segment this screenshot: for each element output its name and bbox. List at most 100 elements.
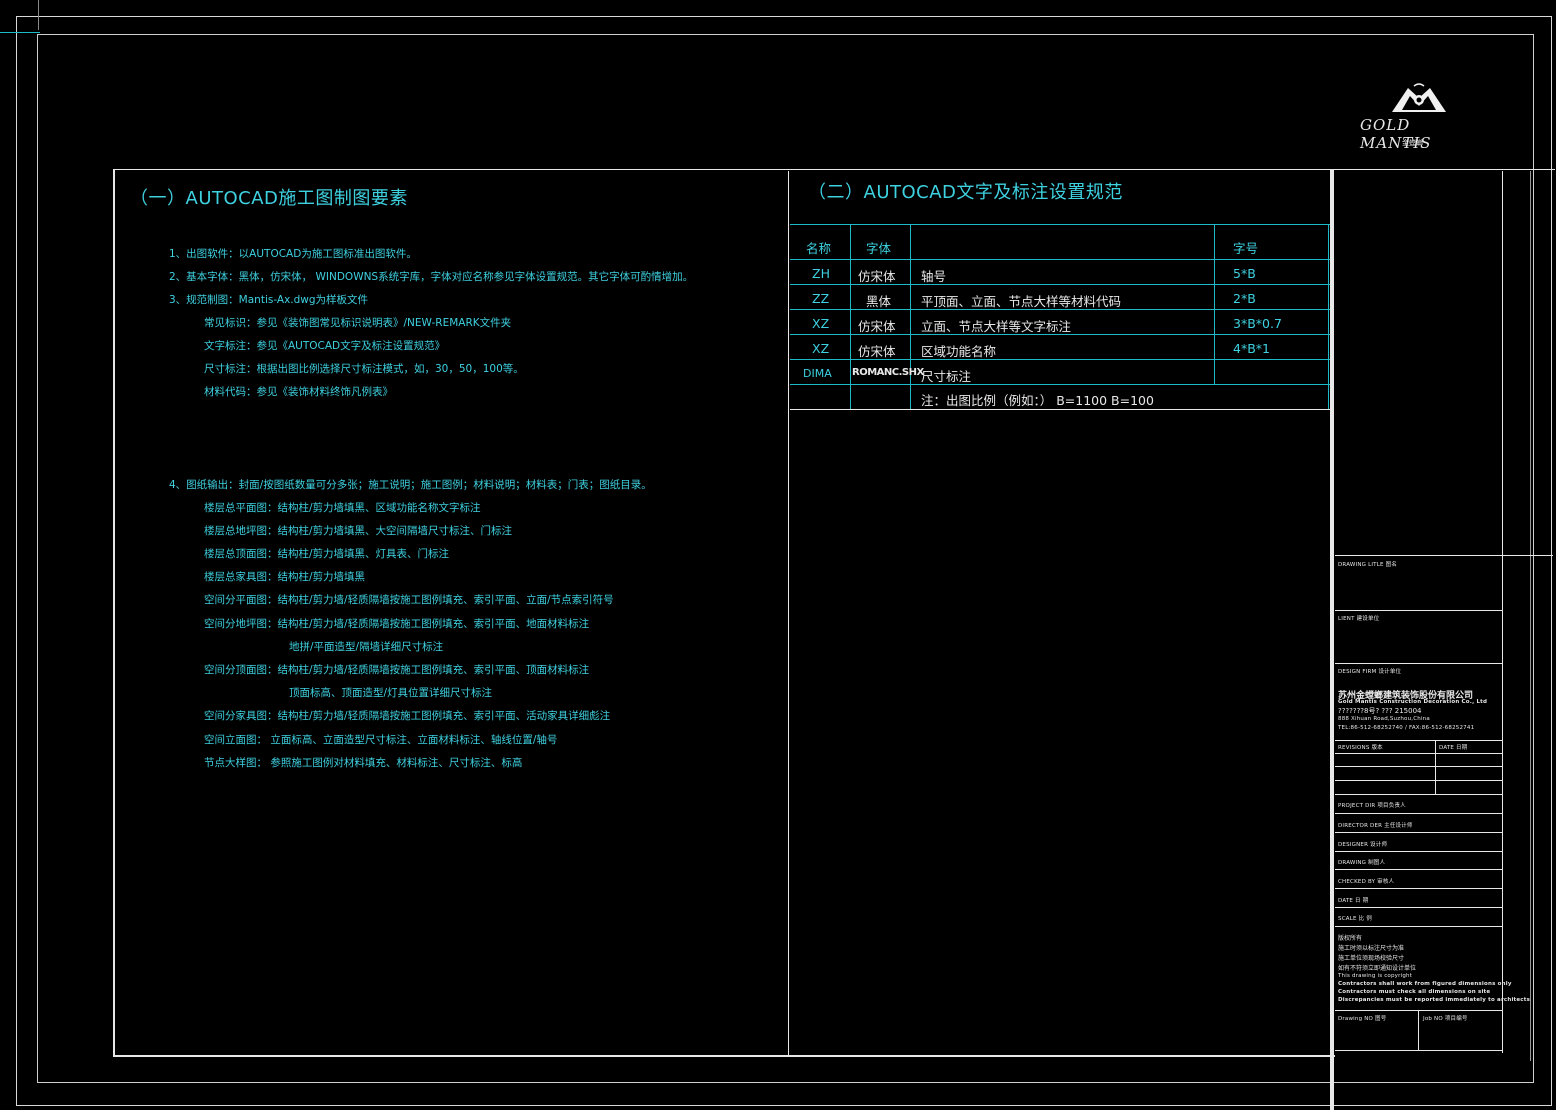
main-frame-divider <box>788 171 789 1056</box>
tb-revisions: REVISIONS 版本 <box>1338 745 1383 751</box>
tb-firm-tel: TEL:86-512-68252740 / FAX:86-512-6825274… <box>1338 725 1475 731</box>
tb-firm-name-en: Gold Mantis Construction Decoration Co.,… <box>1338 699 1488 705</box>
table-line <box>790 259 1330 260</box>
tb-col-line <box>1418 1010 1419 1050</box>
table-cell-name: XZ <box>812 341 830 356</box>
titleblock-outer-line <box>1530 171 1531 1061</box>
table-col-line <box>1328 224 1329 409</box>
tb-line <box>1335 813 1503 814</box>
list-item: 楼层总地坪图：结构柱/剪力墙填黑、大空间隔墙尺寸标注、门标注 <box>204 525 513 537</box>
tb-project-dir: PROJECT DIR 项目负责人 <box>1338 803 1406 809</box>
tb-line <box>1335 766 1503 767</box>
cursor-crosshair-h <box>0 32 40 33</box>
list-item: 2、基本字体：黑体，仿宋体， WINDOWNS系统字库，字体对应名称参见字体设置… <box>169 271 694 283</box>
table-header-font: 字体 <box>866 241 892 256</box>
table-cell-name: ZZ <box>812 291 830 306</box>
tb-line <box>1335 753 1503 754</box>
tb-line <box>1335 926 1503 927</box>
table-cell-name: DIMA <box>803 367 832 380</box>
table-cell-name: ZH <box>812 266 830 281</box>
table-header-size: 字号 <box>1233 241 1259 256</box>
list-item: 3、规范制图：Mantis-Ax.dwg为样板文件 <box>169 294 369 306</box>
table-cell-font: 黑体 <box>866 294 892 309</box>
table-col-line <box>850 224 851 409</box>
list-item: 空间分平面图：结构柱/剪力墙/轻质隔墙按施工图例填充、索引平面、立面/节点索引符… <box>204 594 614 606</box>
list-item: 文字标注：参见《AUTOCAD文字及标注设置规范》 <box>204 340 446 352</box>
list-item: 常见标识：参见《装饰图常见标识说明表》/NEW-REMARK文件夹 <box>204 317 512 329</box>
titleblock-right-line <box>1502 171 1503 1053</box>
list-item: 节点大样图： 参照施工图例对材料填充、材料标注、尺寸标注、标高 <box>204 757 523 769</box>
copyright-line: Contractors shall work from figured dime… <box>1338 981 1512 987</box>
tb-line <box>1335 740 1503 741</box>
tb-designer: DESIGNER 设计师 <box>1338 842 1388 848</box>
tb-scale: SCALE 比 例 <box>1338 916 1372 922</box>
tb-line <box>1335 869 1503 870</box>
table-cell-name: XZ <box>812 316 830 331</box>
tb-job-no: Job NO 项目编号 <box>1423 1016 1468 1022</box>
list-item: 材料代码：参见《装饰材料终饰凡例表》 <box>204 386 393 398</box>
list-item: 楼层总家具图：结构柱/剪力墙填黑 <box>204 571 366 583</box>
list-item: 楼层总平面图：结构柱/剪力墙填黑、区域功能名称文字标注 <box>204 502 481 514</box>
section2-title: （二）AUTOCAD文字及标注设置规范 <box>808 182 1123 203</box>
list-item: 空间立面图： 立面标高、立面造型尺寸标注、立面材料标注、轴线位置/轴号 <box>204 734 558 746</box>
tb-col-line <box>1435 740 1436 794</box>
tb-line <box>1335 1050 1503 1051</box>
list-item: 1、出图软件：以AUTOCAD为施工图标准出图软件。 <box>169 248 417 260</box>
list-item: 4、图纸输出：封面/按图纸数量可分多张；施工说明；施工图例；材料说明；材料表；门… <box>169 479 652 491</box>
copyright-line: Contractors must check all dimensions on… <box>1338 989 1491 995</box>
table-cell-desc: 区域功能名称 <box>921 344 997 359</box>
main-frame-bottom <box>113 1055 1335 1057</box>
main-frame-left <box>113 169 115 1056</box>
tb-line <box>1335 1010 1503 1011</box>
main-frame-top <box>113 169 1555 170</box>
table-cell-size: 2*B <box>1233 291 1256 306</box>
list-item: 地拼/平面造型/隔墙详细尺寸标注 <box>289 641 444 653</box>
table-cell-size: 3*B*0.7 <box>1233 316 1282 331</box>
copyright-line: 如有不符须立即通知设计单位 <box>1338 965 1417 972</box>
table-note: 注：出图比例（例如：） B=1100 B=100 <box>921 393 1154 408</box>
tb-line <box>1335 780 1503 781</box>
tb-line <box>1335 888 1503 889</box>
table-line <box>790 224 1330 225</box>
tb-line <box>1335 907 1503 908</box>
table-line <box>790 409 1330 410</box>
table-cell-font: 仿宋体 <box>858 319 896 334</box>
table-cell-font: ROMANC.SHX <box>852 367 924 378</box>
table-cell-desc: 立面、节点大样等文字标注 <box>921 319 1072 334</box>
table-col-line <box>910 224 911 409</box>
table-cell-desc: 平顶面、立面、节点大样等材料代码 <box>921 294 1122 309</box>
tb-firm-address: 888 Xihuan Road,Suzhou,China <box>1338 716 1430 722</box>
list-item: 空间分家具图：结构柱/剪力墙/轻质隔墙按施工图例填充、索引平面、活动家具详细彪注 <box>204 710 611 722</box>
copyright-line: This drawing is copyright <box>1338 973 1413 979</box>
tb-firm-line3: ???????8号? ??? 215004 <box>1338 707 1422 715</box>
tb-line <box>1335 555 1503 556</box>
table-cell-size: 4*B*1 <box>1233 341 1270 356</box>
tb-drawing: DRAWING 制图人 <box>1338 860 1386 866</box>
list-item: 空间分顶面图：结构柱/剪力墙/轻质隔墙按施工图例填充、索引平面、顶面材料标注 <box>204 664 590 676</box>
main-frame-right <box>1330 169 1334 1110</box>
logo-sub-text: 金螳螂 <box>1402 139 1423 147</box>
titleblock-side-mark <box>1503 555 1553 556</box>
tb-date: DATE 日 期 <box>1338 898 1369 904</box>
table-line <box>790 384 1330 385</box>
table-cell-size: 5*B <box>1233 266 1256 281</box>
table-cell-font: 仿宋体 <box>858 269 896 284</box>
table-cell-desc: 尺寸标注 <box>921 369 972 384</box>
list-item: 楼层总顶面图：结构柱/剪力墙填黑、灯具表、门标注 <box>204 548 450 560</box>
copyright-line: 施工单位须现场校验尺寸 <box>1338 955 1405 962</box>
tb-checked-by: CHECKED BY 审核人 <box>1338 879 1395 885</box>
tb-date-col: DATE 日期 <box>1439 745 1468 751</box>
list-item: 尺寸标注：根据出图比例选择尺寸标注模式，如，30，50，100等。 <box>204 363 524 375</box>
table-col-line <box>1214 224 1215 384</box>
section1-title: （一）AUTOCAD施工图制图要素 <box>130 188 408 209</box>
tb-line <box>1335 851 1503 852</box>
tb-drawing-title: DRAWING LITLE 图名 <box>1338 562 1398 568</box>
tb-line <box>1335 610 1503 611</box>
tb-line <box>1335 832 1503 833</box>
copyright-line: 版权所有 <box>1338 935 1363 942</box>
tb-line <box>1335 794 1503 795</box>
table-cell-desc: 轴号 <box>921 269 947 284</box>
tb-director: DIRECTOR DER 主任设计师 <box>1338 823 1413 829</box>
gold-mantis-logo: GOLD MANTIS 金螳螂 <box>1358 82 1480 152</box>
copyright-line: Discrepancies must be reported immediate… <box>1338 997 1531 1003</box>
